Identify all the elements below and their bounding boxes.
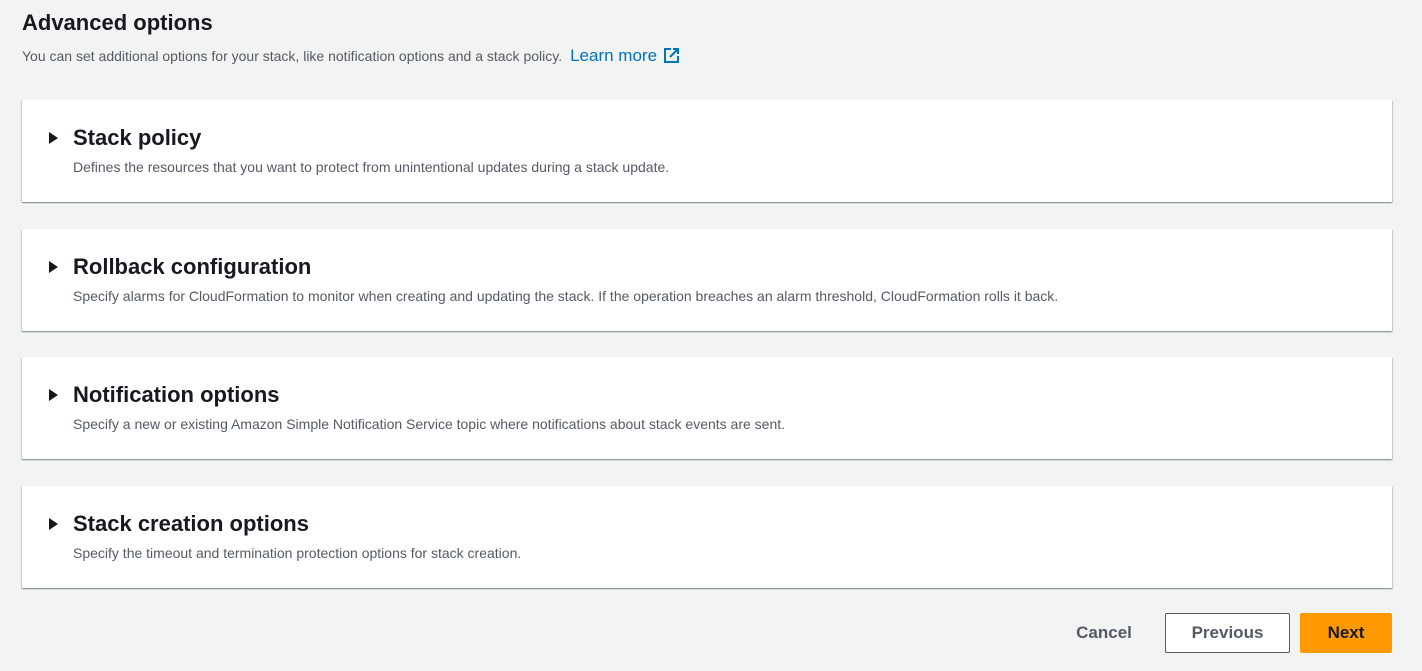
- previous-button[interactable]: Previous: [1165, 613, 1290, 653]
- panel-description: Defines the resources that you want to p…: [73, 159, 670, 175]
- panel-title: Rollback configuration: [73, 254, 312, 279]
- page-description-text: You can set additional options for your …: [22, 48, 563, 64]
- rollback-configuration-panel[interactable]: Rollback configuration Specify alarms fo…: [22, 229, 1392, 331]
- caret-right-icon: [49, 389, 58, 401]
- form-actions: Cancel Previous Next: [1059, 613, 1392, 653]
- caret-right-icon: [49, 518, 58, 530]
- caret-right-icon: [49, 132, 58, 144]
- panel-title: Notification options: [73, 382, 280, 407]
- caret-right-icon: [49, 261, 58, 273]
- stack-policy-panel[interactable]: Stack policy Defines the resources that …: [22, 100, 1392, 202]
- cancel-button[interactable]: Cancel: [1059, 613, 1149, 653]
- stack-creation-options-panel[interactable]: Stack creation options Specify the timeo…: [22, 486, 1392, 588]
- notification-options-panel[interactable]: Notification options Specify a new or ex…: [22, 357, 1392, 459]
- learn-more-label: Learn more: [570, 46, 658, 65]
- next-button[interactable]: Next: [1300, 613, 1392, 653]
- panel-description: Specify the timeout and termination prot…: [73, 545, 522, 561]
- page-description: You can set additional options for your …: [22, 47, 680, 65]
- advanced-options-page: Advanced options You can set additional …: [0, 0, 1422, 671]
- panel-title: Stack creation options: [73, 511, 309, 536]
- external-link-icon: [664, 48, 680, 63]
- page-title: Advanced options: [22, 10, 213, 35]
- page-header: Advanced options You can set additional …: [22, 10, 680, 65]
- panel-title: Stack policy: [73, 125, 202, 150]
- learn-more-link[interactable]: Learn more: [570, 47, 680, 65]
- panel-description: Specify alarms for CloudFormation to mon…: [73, 288, 1059, 304]
- panel-description: Specify a new or existing Amazon Simple …: [73, 416, 786, 432]
